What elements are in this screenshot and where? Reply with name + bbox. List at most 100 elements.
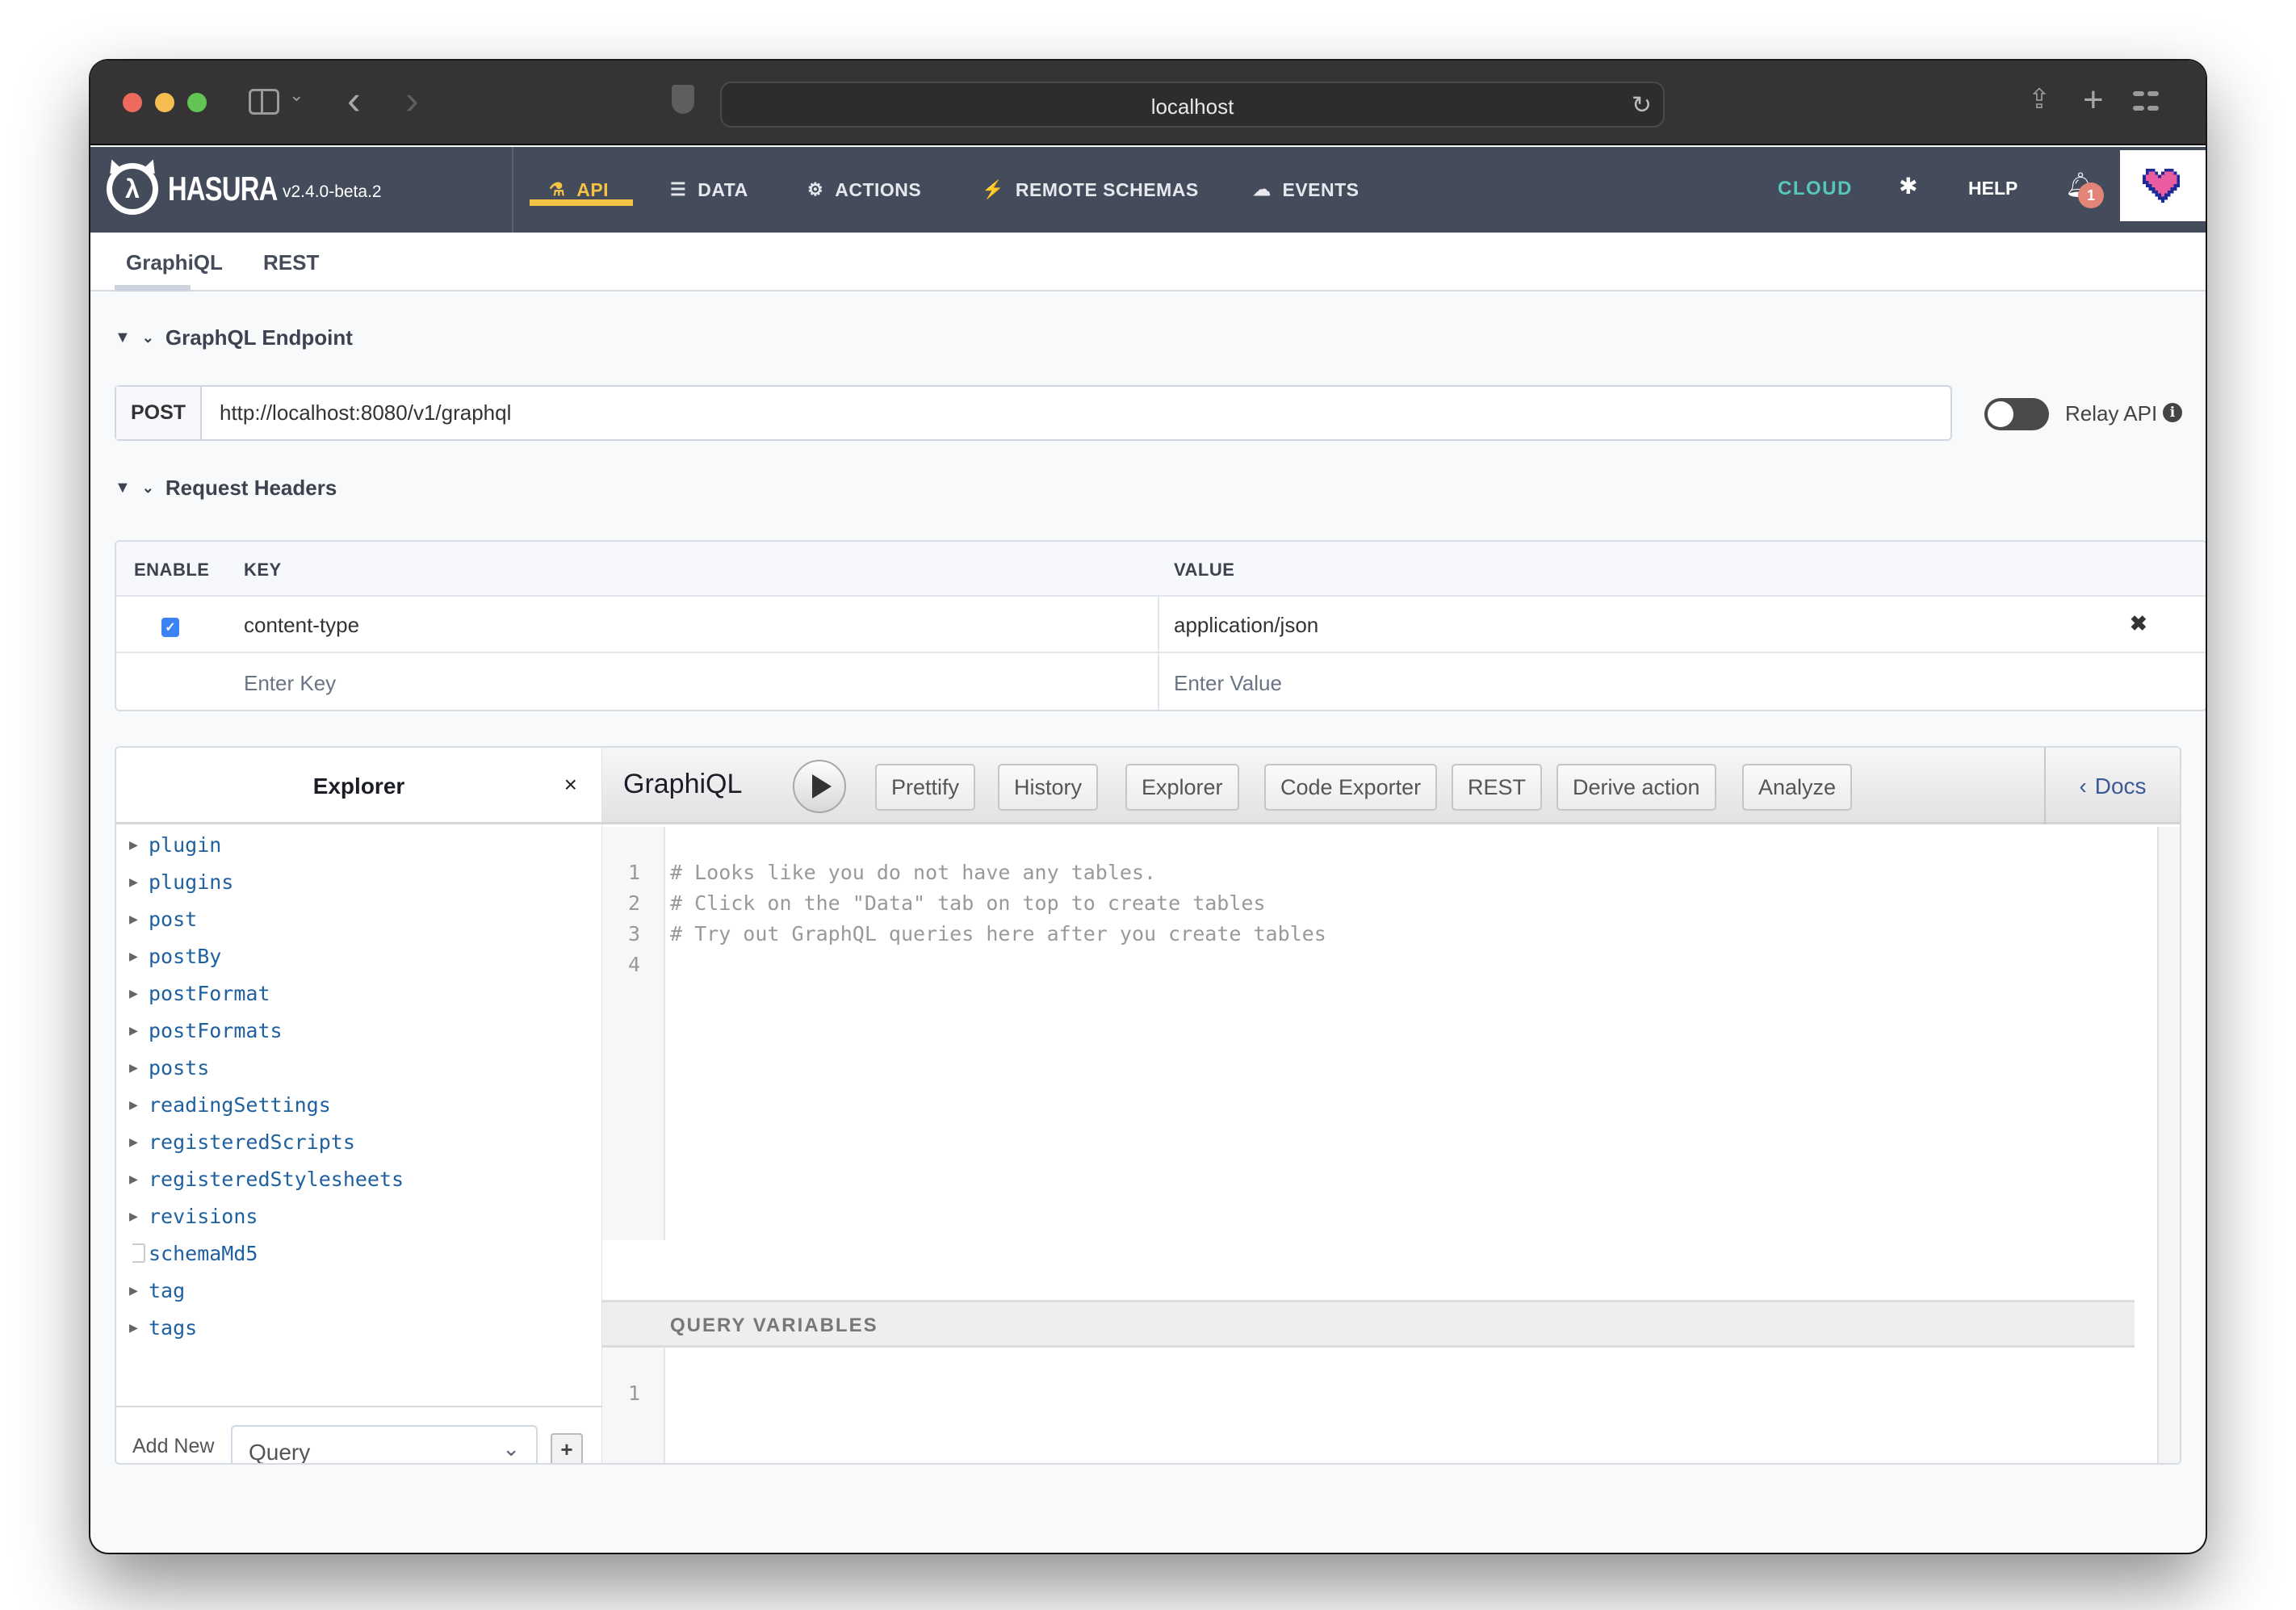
browser-window: ⌄ ‹ › localhost ↻ ⇪ + λ HASURA v2.4.0-be… bbox=[90, 61, 2206, 1553]
table-header: ENABLE KEY VALUE bbox=[116, 542, 2206, 597]
code-exporter-button[interactable]: Code Exporter bbox=[1264, 764, 1438, 811]
explorer-field-item[interactable]: ▶ postFormats bbox=[116, 1012, 601, 1049]
execute-query-button[interactable] bbox=[793, 760, 846, 813]
explorer-field-item[interactable]: ▶ plugins bbox=[116, 863, 601, 900]
explorer-field-item[interactable]: ▶ registeredScripts bbox=[116, 1123, 601, 1160]
new-header-value-input[interactable]: Enter Value bbox=[1174, 671, 1282, 696]
forward-icon[interactable]: › bbox=[405, 77, 419, 124]
request-headers-toggle[interactable]: ▼ ⌄ Request Headers bbox=[115, 476, 337, 501]
column-header-value: VALUE bbox=[1174, 560, 1235, 580]
caret-right-icon[interactable]: ▶ bbox=[129, 1171, 145, 1188]
caret-right-icon[interactable]: ▶ bbox=[129, 874, 145, 891]
explorer-field-item[interactable]: ▶ postFormat bbox=[116, 975, 601, 1012]
explorer-field-name: plugin bbox=[149, 832, 222, 857]
cloud-link[interactable]: CLOUD bbox=[1778, 178, 1853, 200]
new-tab-icon[interactable]: + bbox=[2083, 80, 2104, 120]
nav-api[interactable]: ⚗ API bbox=[549, 178, 609, 202]
operation-type-select[interactable]: Query ⌄ bbox=[231, 1425, 538, 1463]
header-key-input[interactable]: content-type bbox=[244, 613, 359, 638]
derive-action-button[interactable]: Derive action bbox=[1557, 764, 1716, 811]
help-link[interactable]: HELP bbox=[1968, 178, 2017, 199]
heart-button[interactable] bbox=[2120, 150, 2206, 221]
close-window-button[interactable] bbox=[123, 93, 142, 112]
settings-gear-icon[interactable]: ✱ bbox=[1899, 173, 1917, 199]
header-value-input[interactable]: application/json bbox=[1174, 613, 1318, 638]
graphiql-panel: Explorer × ▶ plugin ▶ plugins ▶ post ▶ postBy ▶ p… bbox=[115, 746, 2181, 1465]
caret-right-icon[interactable]: ▶ bbox=[129, 1282, 145, 1299]
http-method-label: POST bbox=[116, 387, 202, 439]
nav-actions[interactable]: ⚙ ACTIONS bbox=[807, 178, 921, 202]
endpoint-url[interactable]: http://localhost:8080/v1/graphql bbox=[202, 387, 511, 439]
history-button[interactable]: History bbox=[998, 764, 1099, 811]
back-icon[interactable]: ‹ bbox=[347, 77, 361, 124]
close-icon[interactable]: × bbox=[564, 772, 577, 798]
caret-right-icon[interactable]: ▶ bbox=[129, 1022, 145, 1039]
prettify-button[interactable]: Prettify bbox=[875, 764, 976, 811]
explorer-field-item[interactable]: ▶ plugin bbox=[116, 826, 601, 863]
maximize-window-button[interactable] bbox=[187, 93, 207, 112]
relay-api-toggle[interactable] bbox=[1984, 398, 2049, 430]
table-row: ✓ content-type application/json ✖ bbox=[116, 597, 2206, 653]
graphiql-title: GraphiQL bbox=[623, 769, 743, 799]
endpoint-field[interactable]: POST http://localhost:8080/v1/graphql bbox=[115, 385, 1952, 441]
tab-overview-icon[interactable] bbox=[2133, 88, 2159, 114]
explorer-field-item[interactable]: ▶ tag bbox=[116, 1272, 601, 1309]
nav-remote-schemas[interactable]: ⚡ REMOTE SCHEMAS bbox=[982, 178, 1199, 202]
shield-icon[interactable] bbox=[672, 85, 694, 114]
nav-data[interactable]: ☰ DATA bbox=[670, 178, 748, 202]
explorer-field-list: ▶ plugin ▶ plugins ▶ post ▶ postBy ▶ postFormat ▶ p… bbox=[116, 826, 601, 1346]
minimize-window-button[interactable] bbox=[155, 93, 174, 112]
explorer-field-item[interactable]: ▶ tags bbox=[116, 1309, 601, 1346]
query-variables-editor[interactable]: 1 bbox=[602, 1348, 2135, 1463]
line-number: 1 bbox=[628, 861, 641, 884]
docs-button[interactable]: ‹ Docs bbox=[2044, 748, 2180, 824]
caret-right-icon[interactable]: ▶ bbox=[129, 948, 145, 965]
hasura-logo-icon: λ bbox=[107, 163, 158, 215]
header-enable-checkbox[interactable]: ✓ bbox=[161, 618, 179, 637]
caret-right-icon[interactable]: ▶ bbox=[129, 985, 145, 1002]
address-bar[interactable]: localhost ↻ bbox=[720, 82, 1665, 128]
info-icon[interactable]: i bbox=[2163, 403, 2182, 422]
explorer-field-item[interactable]: schemaMd5 bbox=[116, 1235, 601, 1272]
browser-toolbar: ⌄ ‹ › localhost ↻ ⇪ + bbox=[90, 61, 2206, 145]
explorer-field-name: registeredStylesheets bbox=[149, 1167, 404, 1191]
query-editor[interactable]: 1 2 3 4 # Looks like you do not have any… bbox=[602, 827, 2157, 1240]
graphql-endpoint-toggle[interactable]: ▼ ⌄ GraphQL Endpoint bbox=[115, 325, 353, 350]
explorer-field-item[interactable]: ▶ post bbox=[116, 900, 601, 937]
editor-line: # Try out GraphQL queries here after you… bbox=[670, 922, 1326, 945]
api-subtabs: GraphiQL REST bbox=[90, 233, 2206, 291]
remove-header-icon[interactable]: ✖ bbox=[2130, 611, 2147, 636]
address-bar-url: localhost bbox=[1150, 94, 1234, 119]
query-variables-header[interactable]: QUERY VARIABLES bbox=[602, 1300, 2135, 1348]
sidebar-toggle-icon[interactable] bbox=[249, 89, 279, 115]
rest-button[interactable]: REST bbox=[1452, 764, 1543, 811]
explorer-field-item[interactable]: ▶ registeredStylesheets bbox=[116, 1160, 601, 1197]
caret-right-icon[interactable]: ▶ bbox=[129, 1059, 145, 1076]
add-operation-button[interactable]: + bbox=[551, 1433, 583, 1463]
caret-right-icon[interactable]: ▶ bbox=[129, 1096, 145, 1113]
explorer-field-item[interactable]: ▶ readingSettings bbox=[116, 1086, 601, 1123]
explorer-field-item[interactable]: ▶ revisions bbox=[116, 1197, 601, 1235]
reload-icon[interactable]: ↻ bbox=[1632, 91, 1652, 119]
new-header-key-input[interactable]: Enter Key bbox=[244, 671, 336, 696]
caret-right-icon[interactable]: ▶ bbox=[129, 911, 145, 928]
nav-events-label: EVENTS bbox=[1282, 178, 1360, 200]
tab-rest[interactable]: REST bbox=[263, 250, 319, 275]
explorer-button[interactable]: Explorer bbox=[1125, 764, 1239, 811]
caret-right-icon[interactable]: ▶ bbox=[129, 836, 145, 853]
explorer-field-name: posts bbox=[149, 1055, 210, 1080]
caret-right-icon[interactable]: ▶ bbox=[129, 1134, 145, 1151]
nav-events[interactable]: ☁ EVENTS bbox=[1253, 178, 1360, 202]
results-pane-scrollbar[interactable] bbox=[2157, 827, 2180, 1463]
tab-graphiql[interactable]: GraphiQL bbox=[126, 250, 223, 275]
explorer-field-item[interactable]: ▶ postBy bbox=[116, 937, 601, 975]
caret-right-icon[interactable]: ▶ bbox=[129, 1319, 145, 1336]
query-variables-title: QUERY VARIABLES bbox=[670, 1314, 878, 1336]
caret-right-icon[interactable]: ▶ bbox=[129, 1208, 145, 1225]
analyze-button[interactable]: Analyze bbox=[1742, 764, 1853, 811]
explorer-field-item[interactable]: ▶ posts bbox=[116, 1049, 601, 1086]
field-checkbox-icon[interactable] bbox=[132, 1243, 145, 1263]
chevron-down-icon[interactable]: ⌄ bbox=[289, 85, 304, 106]
share-icon[interactable]: ⇪ bbox=[2026, 83, 2052, 115]
hasura-logo[interactable]: λ HASURA v2.4.0-beta.2 bbox=[90, 147, 513, 233]
